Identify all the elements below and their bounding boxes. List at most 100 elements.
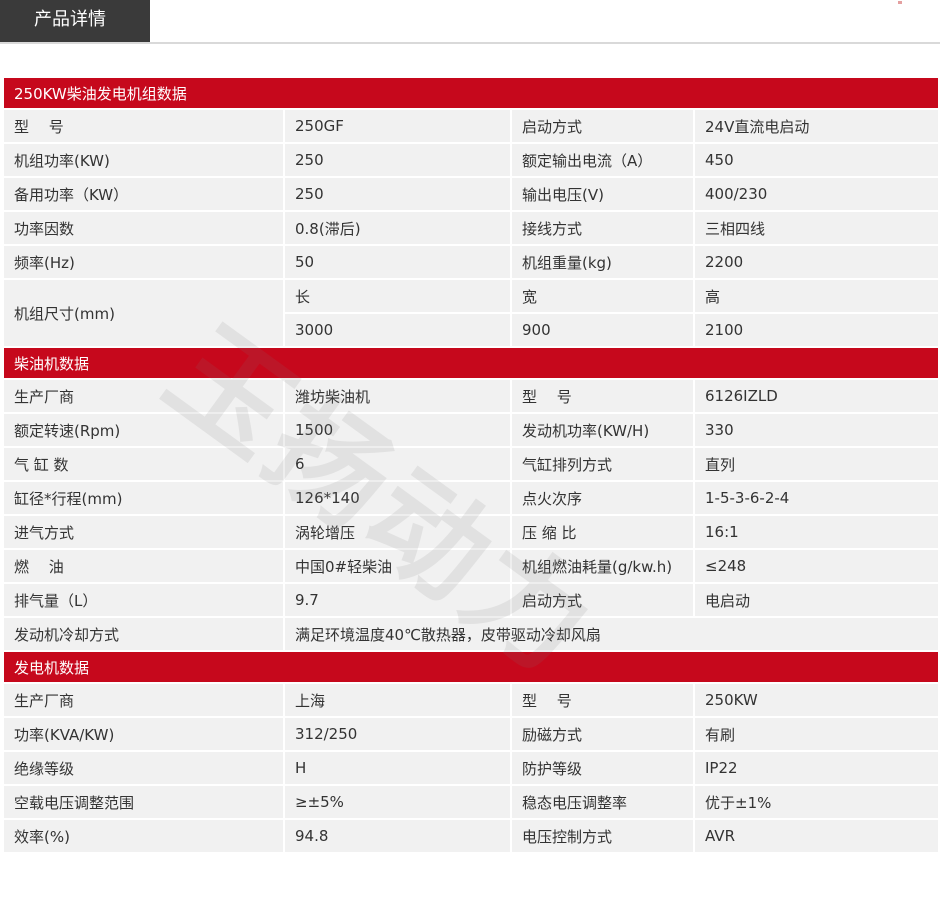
spec-label: 额定转速(Rpm)	[4, 414, 283, 446]
section-title: 250KW柴油发电机组数据	[4, 78, 939, 108]
spec-label: 效率(%)	[4, 820, 283, 852]
spec-value: 250	[285, 178, 510, 210]
spec-label: 防护等级	[512, 752, 693, 784]
spec-value: 直列	[695, 448, 939, 480]
spec-value: 6	[285, 448, 510, 480]
size-dimension-value: 2100	[695, 314, 939, 346]
size-dimension-value: 3000	[285, 314, 510, 346]
spec-value: 250GF	[285, 110, 510, 142]
spec-value: 9.7	[285, 584, 510, 616]
spec-value: 250KW	[695, 684, 939, 716]
spec-label: 空载电压调整范围	[4, 786, 283, 818]
size-dimension-label: 长	[285, 280, 510, 312]
spec-label: 机组燃油耗量(g/kw.h)	[512, 550, 693, 582]
spec-label: 气缸排列方式	[512, 448, 693, 480]
spec-label: 输出电压(V)	[512, 178, 693, 210]
table-row: 空载电压调整范围 ≥±5% 稳态电压调整率 优于±1%	[4, 786, 939, 818]
table-row: 排气量（L） 9.7 启动方式 电启动	[4, 584, 939, 616]
size-dimension-label: 宽	[512, 280, 693, 312]
spec-label: 型 号	[4, 110, 283, 142]
spec-value: 250	[285, 144, 510, 176]
spec-value: 1500	[285, 414, 510, 446]
table-row: 发动机冷却方式 满足环境温度40℃散热器，皮带驱动冷却风扇	[4, 618, 939, 650]
spec-label: 缸径*行程(mm)	[4, 482, 283, 514]
spec-value: IP22	[695, 752, 939, 784]
spec-value: 潍坊柴油机	[285, 380, 510, 412]
spec-label: 绝缘等级	[4, 752, 283, 784]
section-title: 发电机数据	[4, 652, 939, 682]
spec-value: AVR	[695, 820, 939, 852]
section-header-section3: 发电机数据	[4, 652, 939, 682]
spec-label: 机组功率(KW)	[4, 144, 283, 176]
spec-value: 涡轮增压	[285, 516, 510, 548]
spec-value: 上海	[285, 684, 510, 716]
tab-product-details[interactable]: 产品详情	[0, 0, 150, 42]
spec-label: 启动方式	[512, 584, 693, 616]
table-row: 备用功率（KW） 250 输出电压(V) 400/230	[4, 178, 939, 210]
spec-value: 2200	[695, 246, 939, 278]
spec-value: 6126IZLD	[695, 380, 939, 412]
spec-value: ≥±5%	[285, 786, 510, 818]
spec-label: 排气量（L）	[4, 584, 283, 616]
spec-label: 型 号	[512, 380, 693, 412]
spec-value: 450	[695, 144, 939, 176]
spec-value: H	[285, 752, 510, 784]
spec-value: 满足环境温度40℃散热器，皮带驱动冷却风扇	[285, 618, 939, 650]
spec-value: 电启动	[695, 584, 939, 616]
table-row: 机组功率(KW) 250 额定输出电流（A） 450	[4, 144, 939, 176]
spec-label: 启动方式	[512, 110, 693, 142]
spec-label: 型 号	[512, 684, 693, 716]
spec-value: ≤248	[695, 550, 939, 582]
spec-label: 燃 油	[4, 550, 283, 582]
tab-bar: 产品详情	[0, 0, 940, 44]
spec-label: 气 缸 数	[4, 448, 283, 480]
size-row-head: 机组尺寸(mm) 长宽高	[4, 280, 939, 346]
tab-bar-accent	[898, 1, 902, 4]
spec-label: 压 缩 比	[512, 516, 693, 548]
table-row: 绝缘等级 H 防护等级 IP22	[4, 752, 939, 784]
spec-label: 进气方式	[4, 516, 283, 548]
section-title: 柴油机数据	[4, 348, 939, 378]
spec-label: 稳态电压调整率	[512, 786, 693, 818]
spec-value: 优于±1%	[695, 786, 939, 818]
spec-label: 额定输出电流（A）	[512, 144, 693, 176]
table-row: 燃 油中国0#轻柴油 机组燃油耗量(g/kw.h) ≤248	[4, 550, 939, 582]
section-header-section1: 250KW柴油发电机组数据	[4, 78, 939, 108]
table-row: 生产厂商 上海型 号 250KW	[4, 684, 939, 716]
spec-table: 250KW柴油发电机组数据型 号 250GF 启动方式 24V直流电启动 机组功率(KW…	[2, 76, 940, 854]
table-row: 频率(Hz) 50 机组重量(kg) 2200	[4, 246, 939, 278]
table-row: 气 缸 数 6 气缸排列方式 直列	[4, 448, 939, 480]
spec-label: 频率(Hz)	[4, 246, 283, 278]
spec-value: 有刷	[695, 718, 939, 750]
spec-label: 电压控制方式	[512, 820, 693, 852]
table-row: 效率(%) 94.8 电压控制方式 AVR	[4, 820, 939, 852]
spec-value: 24V直流电启动	[695, 110, 939, 142]
spec-label: 生产厂商	[4, 684, 283, 716]
section-header-section2: 柴油机数据	[4, 348, 939, 378]
spec-value: 中国0#轻柴油	[285, 550, 510, 582]
spec-label: 励磁方式	[512, 718, 693, 750]
size-dimension-value: 900	[512, 314, 693, 346]
spec-value: 400/230	[695, 178, 939, 210]
spec-value: 0.8(滞后)	[285, 212, 510, 244]
spec-value: 126*140	[285, 482, 510, 514]
spec-value: 330	[695, 414, 939, 446]
table-row: 生产厂商 潍坊柴油机型 号 6126IZLD	[4, 380, 939, 412]
spec-label: 接线方式	[512, 212, 693, 244]
spec-value: 312/250	[285, 718, 510, 750]
spec-label: 发动机功率(KW/H)	[512, 414, 693, 446]
table-row: 功率因数 0.8(滞后) 接线方式 三相四线	[4, 212, 939, 244]
spec-label: 功率(KVA/KW)	[4, 718, 283, 750]
spec-label: 生产厂商	[4, 380, 283, 412]
spec-value: 1-5-3-6-2-4	[695, 482, 939, 514]
spec-label: 备用功率（KW）	[4, 178, 283, 210]
table-row: 功率(KVA/KW) 312/250 励磁方式 有刷	[4, 718, 939, 750]
spec-label: 点火次序	[512, 482, 693, 514]
size-label: 机组尺寸(mm)	[4, 280, 283, 346]
spec-value: 16:1	[695, 516, 939, 548]
table-row: 额定转速(Rpm) 1500 发动机功率(KW/H) 330	[4, 414, 939, 446]
spec-label: 功率因数	[4, 212, 283, 244]
table-row: 进气方式 涡轮增压压 缩 比 16:1	[4, 516, 939, 548]
spec-value: 94.8	[285, 820, 510, 852]
spec-value: 三相四线	[695, 212, 939, 244]
